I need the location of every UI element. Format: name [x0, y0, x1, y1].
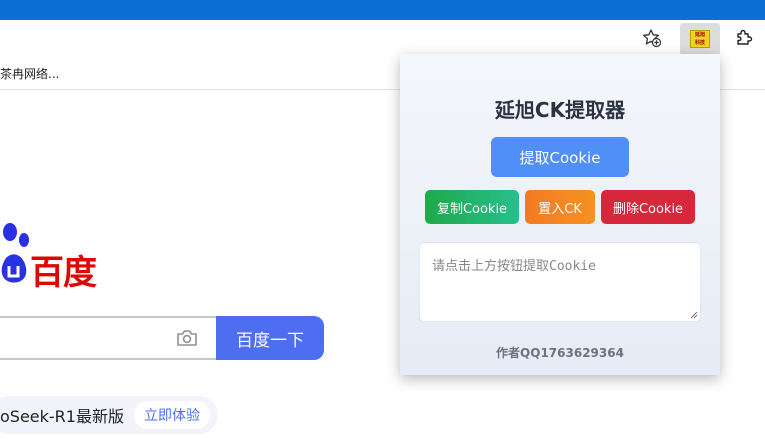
search-button[interactable]: 百度一下 — [216, 316, 324, 360]
yanxu-extension-button[interactable]: 延旭 科技 — [680, 23, 720, 55]
extensions-puzzle-icon[interactable] — [730, 24, 758, 52]
popup-title: 延旭CK提取器 — [494, 98, 626, 122]
set-ck-button[interactable]: 置入CK — [525, 190, 595, 224]
add-favorite-icon[interactable] — [638, 24, 666, 52]
camera-icon[interactable] — [176, 328, 198, 348]
cookie-textarea[interactable]: 请点击上方按钮提取Cookie — [419, 242, 701, 322]
copy-cookie-button[interactable]: 复制Cookie — [425, 190, 519, 224]
baidu-logo-text: 百度 — [30, 253, 97, 293]
yanxu-logo-icon: 延旭 科技 — [690, 30, 710, 48]
promo-button[interactable]: 立即体验 — [133, 401, 210, 429]
browser-title-bar — [0, 0, 765, 20]
extract-cookie-button[interactable]: 提取Cookie — [491, 137, 629, 177]
promo-text: oSeek-R1最新版 — [0, 407, 124, 426]
bookmark-item[interactable]: 茶冉网络... — [0, 65, 59, 82]
delete-cookie-button[interactable]: 删除Cookie — [601, 190, 695, 224]
promo-banner: oSeek-R1最新版 立即体验 — [0, 396, 218, 434]
extension-popup: 延旭CK提取器 提取Cookie 复制Cookie 置入CK 删除Cookie … — [400, 54, 720, 375]
author-credit: 作者QQ1763629364 — [496, 346, 624, 360]
baidu-paw-icon — [1, 223, 29, 283]
browser-toolbar — [0, 20, 765, 56]
textarea-placeholder: 请点击上方按钮提取Cookie — [432, 259, 596, 274]
resize-handle-icon[interactable] — [690, 311, 698, 319]
